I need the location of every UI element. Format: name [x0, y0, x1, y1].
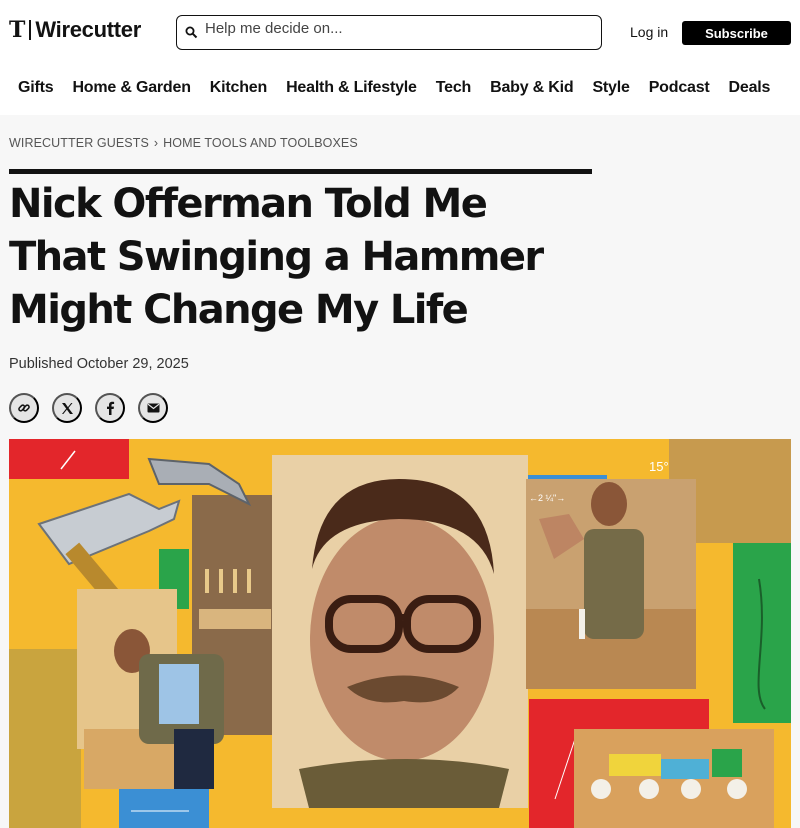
hero-image: 15° ←2 ¼"→ [9, 439, 791, 828]
publish-date: Published October 29, 2025 [9, 356, 189, 372]
share-tools [9, 393, 168, 423]
section-nav: Gifts Home & Garden Kitchen Health & Lif… [18, 79, 789, 97]
search-icon[interactable] [177, 16, 205, 49]
x-icon [61, 402, 73, 414]
article-headline: Nick Offerman Told Me That Swinging a Ha… [9, 178, 609, 337]
search-input[interactable] [205, 16, 585, 38]
hero-annotation-angle: 15° [649, 459, 669, 474]
share-facebook-button[interactable] [95, 393, 125, 423]
nav-item-deals[interactable]: Deals [729, 79, 771, 97]
nav-item-baby-kid[interactable]: Baby & Kid [490, 79, 574, 97]
breadcrumb: WIRECUTTER GUESTS › HOME TOOLS AND TOOLB… [9, 136, 358, 150]
site-header: T Wirecutter Log in Subscribe Gifts Home… [0, 0, 800, 115]
headline-line: Nick Offerman Told Me [9, 181, 488, 227]
nav-item-health-lifestyle[interactable]: Health & Lifestyle [286, 79, 417, 97]
logo-wordmark: Wirecutter [35, 17, 141, 42]
facebook-icon [107, 401, 115, 415]
nav-item-home-garden[interactable]: Home & Garden [72, 79, 191, 97]
nyt-logo-icon: T [9, 17, 26, 43]
link-icon [18, 404, 30, 412]
breadcrumb-subsection[interactable]: HOME TOOLS AND TOOLBOXES [163, 136, 358, 150]
headline-line: That Swinging a Hammer [9, 234, 544, 280]
login-link[interactable]: Log in [630, 24, 668, 40]
headline-rule [9, 169, 592, 174]
breadcrumb-separator: › [153, 136, 159, 150]
headline-line: Might Change My Life [9, 287, 469, 333]
nav-item-gifts[interactable]: Gifts [18, 79, 54, 97]
logo-divider [29, 20, 32, 40]
nav-item-kitchen[interactable]: Kitchen [210, 79, 267, 97]
nav-item-tech[interactable]: Tech [436, 79, 472, 97]
copy-link-button[interactable] [9, 393, 39, 423]
nav-item-style[interactable]: Style [592, 79, 629, 97]
hero-annotation-measure: ←2 ¼"→ [529, 493, 565, 503]
portrait-face [310, 517, 494, 761]
breadcrumb-section[interactable]: WIRECUTTER GUESTS [9, 136, 149, 150]
wirecutter-logo[interactable]: T Wirecutter [9, 17, 141, 43]
share-x-button[interactable] [52, 393, 82, 423]
search-bar[interactable] [176, 15, 602, 50]
subscribe-button[interactable]: Subscribe [682, 21, 791, 45]
email-icon [147, 403, 159, 413]
nav-item-podcast[interactable]: Podcast [649, 79, 710, 97]
share-email-button[interactable] [138, 393, 168, 423]
hero-collage: 15° ←2 ¼"→ [9, 439, 791, 828]
